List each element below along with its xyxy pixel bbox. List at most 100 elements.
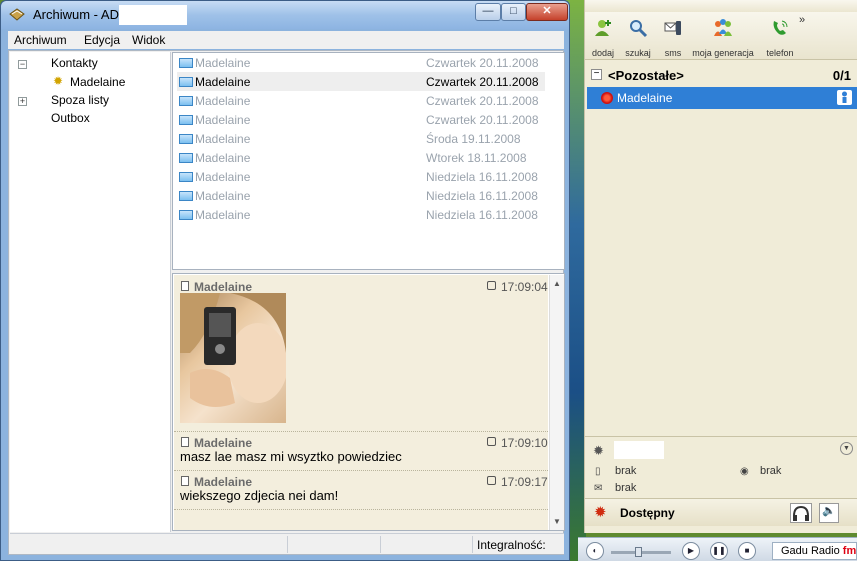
message-text: wiekszego zdjecia nei dam! — [180, 488, 339, 503]
message-separator — [174, 509, 548, 510]
volume-icon[interactable]: 🔈 — [819, 503, 839, 523]
add-user-icon — [595, 20, 611, 36]
phone-small-icon: ▯ — [595, 466, 601, 477]
mail-icon — [179, 153, 193, 163]
message-separator — [174, 470, 548, 471]
redacted-box — [614, 441, 664, 459]
tree-item-madelaine[interactable]: Madelaine — [70, 75, 125, 89]
info-email: brak — [615, 482, 637, 494]
contact-info-panel: ✹ ▼ ▯ brak ◉ brak ✉ brak — [585, 436, 857, 498]
clock-icon — [487, 476, 496, 485]
redacted-box — [119, 5, 187, 25]
gadu-gadu-window: dodaj szukaj sms moja generacja telefon … — [584, 0, 857, 533]
clock-icon — [487, 437, 496, 446]
integrity-status: Integralność: — [477, 538, 546, 552]
mail-icon — [179, 172, 193, 182]
status-cell — [10, 536, 288, 553]
contact-info-icon[interactable] — [837, 90, 852, 105]
mail-icon — [179, 210, 193, 220]
info-visibility: brak — [760, 465, 782, 477]
phone-icon — [773, 20, 788, 35]
phone-button[interactable]: telefon — [763, 16, 797, 58]
sender-name: Madelaine — [194, 475, 253, 489]
contact-item-madelaine[interactable]: Madelaine — [587, 87, 857, 109]
search-icon — [630, 20, 648, 38]
stop-button[interactable]: ■ — [738, 542, 756, 560]
message-row[interactable]: Madelaine Czwartek 20.11.2008 — [177, 53, 545, 72]
speaker-icon[interactable]: ◐ — [586, 542, 604, 560]
message-row[interactable]: Madelaine Środa 19.11.2008 — [177, 129, 545, 148]
expand-spoza-icon[interactable]: + — [18, 97, 27, 106]
status-sun-icon: ✹ — [594, 504, 607, 521]
radio-fm-icon[interactable] — [790, 503, 812, 523]
document-icon — [181, 281, 189, 291]
sender-name: Madelaine — [194, 280, 253, 294]
menu-bar: Archiwum Edycja Widok — [8, 31, 564, 49]
more-tools-button[interactable]: » — [799, 14, 805, 26]
message-row[interactable]: Madelaine Niedziela 16.11.2008 — [177, 167, 545, 186]
collapse-kontakty-icon[interactable]: − — [18, 60, 27, 69]
mail-icon — [179, 96, 193, 106]
close-button[interactable]: ✕ — [526, 3, 568, 21]
mail-icon — [179, 191, 193, 201]
document-icon — [181, 476, 189, 486]
email-icon: ✉ — [594, 483, 603, 494]
sms-button[interactable]: sms — [659, 16, 687, 58]
tree-item-kontakty[interactable]: Kontakty — [51, 56, 98, 70]
message-list: Madelaine Czwartek 20.11.2008 Madelaine Cz… — [172, 52, 565, 270]
mail-icon — [179, 134, 193, 144]
tree-item-spoza-listy[interactable]: Spoza listy — [51, 93, 109, 107]
message-row[interactable]: Madelaine Wtorek 18.11.2008 — [177, 148, 545, 167]
expand-info-icon[interactable]: ▼ — [840, 442, 853, 455]
mail-icon — [179, 77, 193, 87]
message-time: 17:09:17 — [501, 475, 548, 489]
group-header[interactable]: − <Pozostałe> 0/1 — [585, 64, 857, 86]
status-available-icon — [601, 92, 613, 104]
status-selector[interactable]: ✹ Dostępny 🔈 — [585, 498, 857, 526]
contacts-tree: − Kontakty ✹ Madelaine + Spoza listy Out… — [10, 52, 171, 532]
shared-photo[interactable] — [180, 293, 286, 423]
window-top-edge — [585, 0, 857, 12]
message-time: 17:09:04 — [501, 280, 548, 294]
info-phone: brak — [615, 465, 637, 477]
my-generation-button[interactable]: moja generacja — [691, 16, 755, 58]
menu-archiwum[interactable]: Archiwum — [14, 33, 67, 47]
archive-window: Archiwum - ADI — □ ✕ Archiwum Edycja Wid… — [0, 0, 570, 561]
scroll-up-icon[interactable]: ▲ — [553, 279, 561, 288]
search-button[interactable]: szukaj — [623, 16, 653, 58]
vertical-scrollbar[interactable]: ▲ ▼ — [549, 275, 564, 530]
menu-widok[interactable]: Widok — [132, 33, 165, 47]
tree-item-outbox[interactable]: Outbox — [51, 111, 90, 125]
message-row[interactable]: Madelaine Niedziela 16.11.2008 — [177, 186, 545, 205]
scroll-down-icon[interactable]: ▼ — [553, 517, 561, 526]
title-bar[interactable]: Archiwum - ADI — □ ✕ — [1, 1, 569, 29]
pause-button[interactable]: ❚❚ — [710, 542, 728, 560]
status-cell — [288, 536, 381, 553]
window-client: − Kontakty ✹ Madelaine + Spoza listy Out… — [8, 50, 565, 555]
group-count: 0/1 — [832, 68, 851, 83]
play-button[interactable]: ▶ — [682, 542, 700, 560]
description-icon: ✹ — [593, 443, 604, 458]
conversation-content: Madelaine 17:09:04 Madelaine 17:09:10 ma… — [174, 275, 548, 530]
toolbar: dodaj szukaj sms moja generacja telefon … — [585, 12, 857, 60]
contact-list: − <Pozostałe> 0/1 Madelaine — [585, 61, 857, 431]
minimize-button[interactable]: — — [475, 3, 501, 21]
message-row[interactable]: Madelaine Niedziela 16.11.2008 — [177, 205, 545, 224]
gadu-radio-bar: ◐ ▶ ❚❚ ■ Gadu Radio fm — [578, 537, 857, 561]
status-label: Dostępny — [620, 506, 675, 520]
status-cell — [381, 536, 473, 553]
message-row[interactable]: Madelaine Czwartek 20.11.2008 — [177, 110, 545, 129]
message-row[interactable]: Madelaine Czwartek 20.11.2008 — [177, 72, 545, 91]
menu-edycja[interactable]: Edycja — [84, 33, 120, 47]
message-text: masz lae masz mi wsyztko powiedziec — [180, 449, 402, 464]
radio-station-label[interactable]: Gadu Radio fm — [772, 542, 857, 560]
maximize-button[interactable]: □ — [501, 3, 526, 21]
collapse-group-icon[interactable]: − — [591, 69, 602, 80]
message-row[interactable]: Madelaine Czwartek 20.11.2008 — [177, 91, 545, 110]
volume-slider[interactable] — [611, 547, 671, 557]
add-contact-button[interactable]: dodaj — [589, 16, 617, 58]
message-time: 17:09:10 — [501, 436, 548, 450]
volume-slider-knob[interactable] — [635, 547, 642, 557]
conversation-view: Madelaine 17:09:04 Madelaine 17:09:10 ma… — [172, 273, 565, 531]
window-title: Archiwum - ADI — [33, 7, 123, 22]
